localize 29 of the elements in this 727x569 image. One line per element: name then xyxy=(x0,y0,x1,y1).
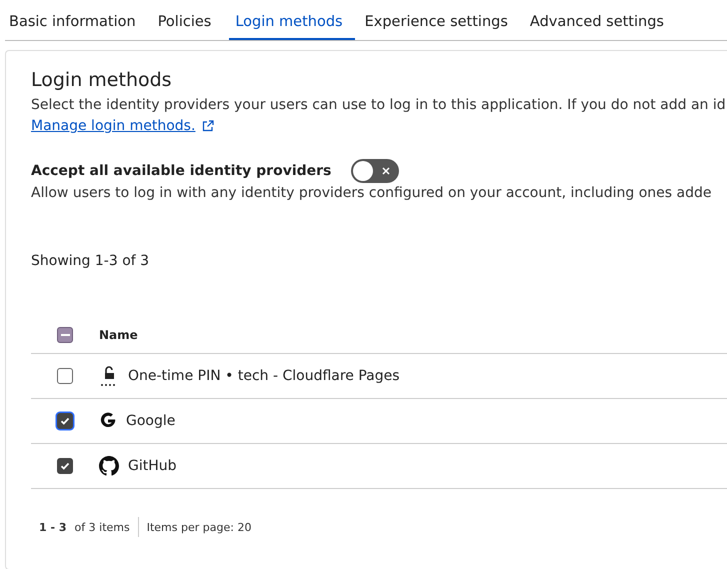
row-checkbox[interactable] xyxy=(57,413,73,429)
row-checkbox[interactable] xyxy=(57,458,73,474)
tab[interactable]: Basic information xyxy=(5,8,148,40)
accept-all-toggle[interactable] xyxy=(351,159,400,183)
section-title: Login methods xyxy=(31,69,173,91)
items-per-page: Items per page: 20 xyxy=(146,520,252,534)
total-items: of 3 items xyxy=(74,520,130,534)
row-checkbox[interactable] xyxy=(57,368,73,384)
select-all-checkbox[interactable] xyxy=(57,327,73,343)
tab[interactable]: Policies xyxy=(154,8,224,40)
provider-name: GitHub xyxy=(128,458,177,474)
check-icon xyxy=(60,416,70,426)
showing-count: Showing 1-3 of 3 xyxy=(31,253,150,269)
provider-name: One-time PIN • tech - Cloudflare Pages xyxy=(128,368,400,384)
x-icon xyxy=(381,166,392,176)
accept-all-description: Allow users to log in with any identity providers configured on your account, including ones adde xyxy=(31,185,712,201)
tab[interactable]: Experience settings xyxy=(360,8,520,40)
tab[interactable]: Login methods xyxy=(229,8,355,40)
external-link-icon xyxy=(202,120,214,132)
section-description: Select the identity providers your users can use to log in to this application. If you do not add an id xyxy=(31,97,727,113)
page-range: 1 - 3 xyxy=(39,520,67,534)
google-g-icon xyxy=(99,412,117,430)
github-octocat-icon xyxy=(99,456,119,476)
column-header: Name xyxy=(99,328,138,342)
manage-login-methods-link[interactable]: Manage login methods. xyxy=(31,118,196,134)
tab[interactable]: Advanced settings xyxy=(526,8,676,40)
accept-all-label: Accept all available identity providers xyxy=(31,163,332,179)
check-icon xyxy=(60,461,70,471)
provider-name: Google xyxy=(126,413,176,429)
